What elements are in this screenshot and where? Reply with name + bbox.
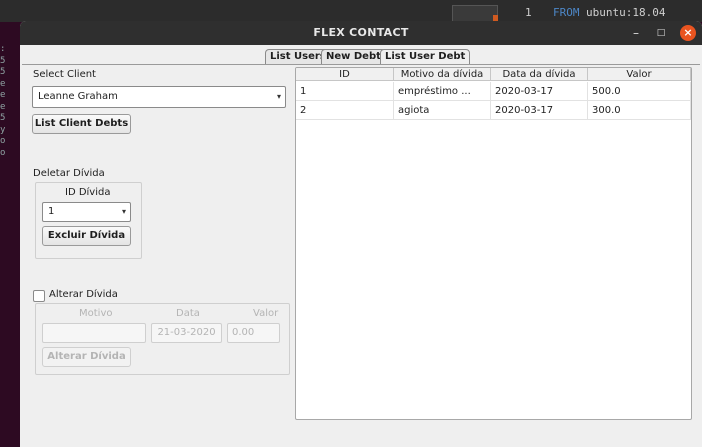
debts-table: ID Motivo da dívida Data da dívida Valor… <box>295 67 692 420</box>
table-header-data[interactable]: Data da dívida <box>491 68 588 81</box>
tab-divider <box>22 64 700 65</box>
app-window: FLEX CONTACT – □ × List Users New Debt L… <box>20 21 702 447</box>
terminal-line-number: 1 <box>525 6 532 19</box>
debt-id-select[interactable]: 1 ▾ <box>42 202 131 222</box>
minimize-button[interactable]: – <box>628 25 644 41</box>
motivo-label: Motivo <box>79 308 113 319</box>
motivo-field[interactable] <box>42 323 146 343</box>
table-header-id[interactable]: ID <box>296 68 394 81</box>
table-cell: 2020-03-17 <box>491 82 588 101</box>
client-select[interactable]: Leanne Graham ▾ <box>32 86 286 108</box>
delete-debt-button[interactable]: Excluir Dívida <box>42 226 131 246</box>
table-cell: 500.0 <box>588 82 691 101</box>
table-cell: 300.0 <box>588 101 691 120</box>
chevron-down-icon: ▾ <box>121 207 126 216</box>
select-client-label: Select Client <box>33 69 96 80</box>
alter-debt-button[interactable]: Alterar Dívida <box>42 347 131 367</box>
chevron-down-icon: ▾ <box>276 92 281 101</box>
table-cell: empréstimo ... <box>394 82 491 101</box>
valor-label: Valor <box>253 308 279 319</box>
valor-stepper[interactable]: 0.00 <box>227 323 280 343</box>
table-header-motivo[interactable]: Motivo da dívida <box>394 68 491 81</box>
table-row[interactable]: 2 agiota 2020-03-17 300.0 <box>296 101 691 120</box>
delete-debt-label: Deletar Dívida <box>33 168 105 179</box>
alter-debt-checkbox[interactable] <box>33 290 45 302</box>
table-cell: agiota <box>394 101 491 120</box>
terminal-image-name: ubuntu:18.04 <box>586 6 666 19</box>
alter-debt-label: Alterar Dívida <box>49 289 118 300</box>
list-client-debts-button[interactable]: List Client Debts <box>32 114 131 134</box>
titlebar[interactable]: FLEX CONTACT – □ × <box>20 21 702 45</box>
tab-new-debt[interactable]: New Debt <box>321 49 386 64</box>
tab-list-user-debt[interactable]: List User Debt <box>380 49 471 65</box>
maximize-button[interactable]: □ <box>653 25 669 41</box>
terminal-from-keyword: FROM <box>553 6 580 19</box>
debt-id-value: 1 <box>48 206 55 217</box>
table-cell: 2020-03-17 <box>491 101 588 120</box>
background-terminal-glyphs: :55eee5yoo <box>0 44 6 158</box>
table-cell: 2 <box>296 101 394 120</box>
window-title: FLEX CONTACT <box>313 26 409 39</box>
table-cell: 1 <box>296 82 394 101</box>
table-header-valor[interactable]: Valor <box>588 68 691 81</box>
client-select-value: Leanne Graham <box>38 91 118 102</box>
debt-id-label: ID Dívida <box>65 187 111 198</box>
date-field[interactable]: 21-03-2020 <box>151 323 222 343</box>
data-label: Data <box>176 308 200 319</box>
close-button[interactable]: × <box>680 25 696 41</box>
table-row[interactable]: 1 empréstimo ... 2020-03-17 500.0 <box>296 82 691 101</box>
valor-value: 0.00 <box>232 327 255 338</box>
